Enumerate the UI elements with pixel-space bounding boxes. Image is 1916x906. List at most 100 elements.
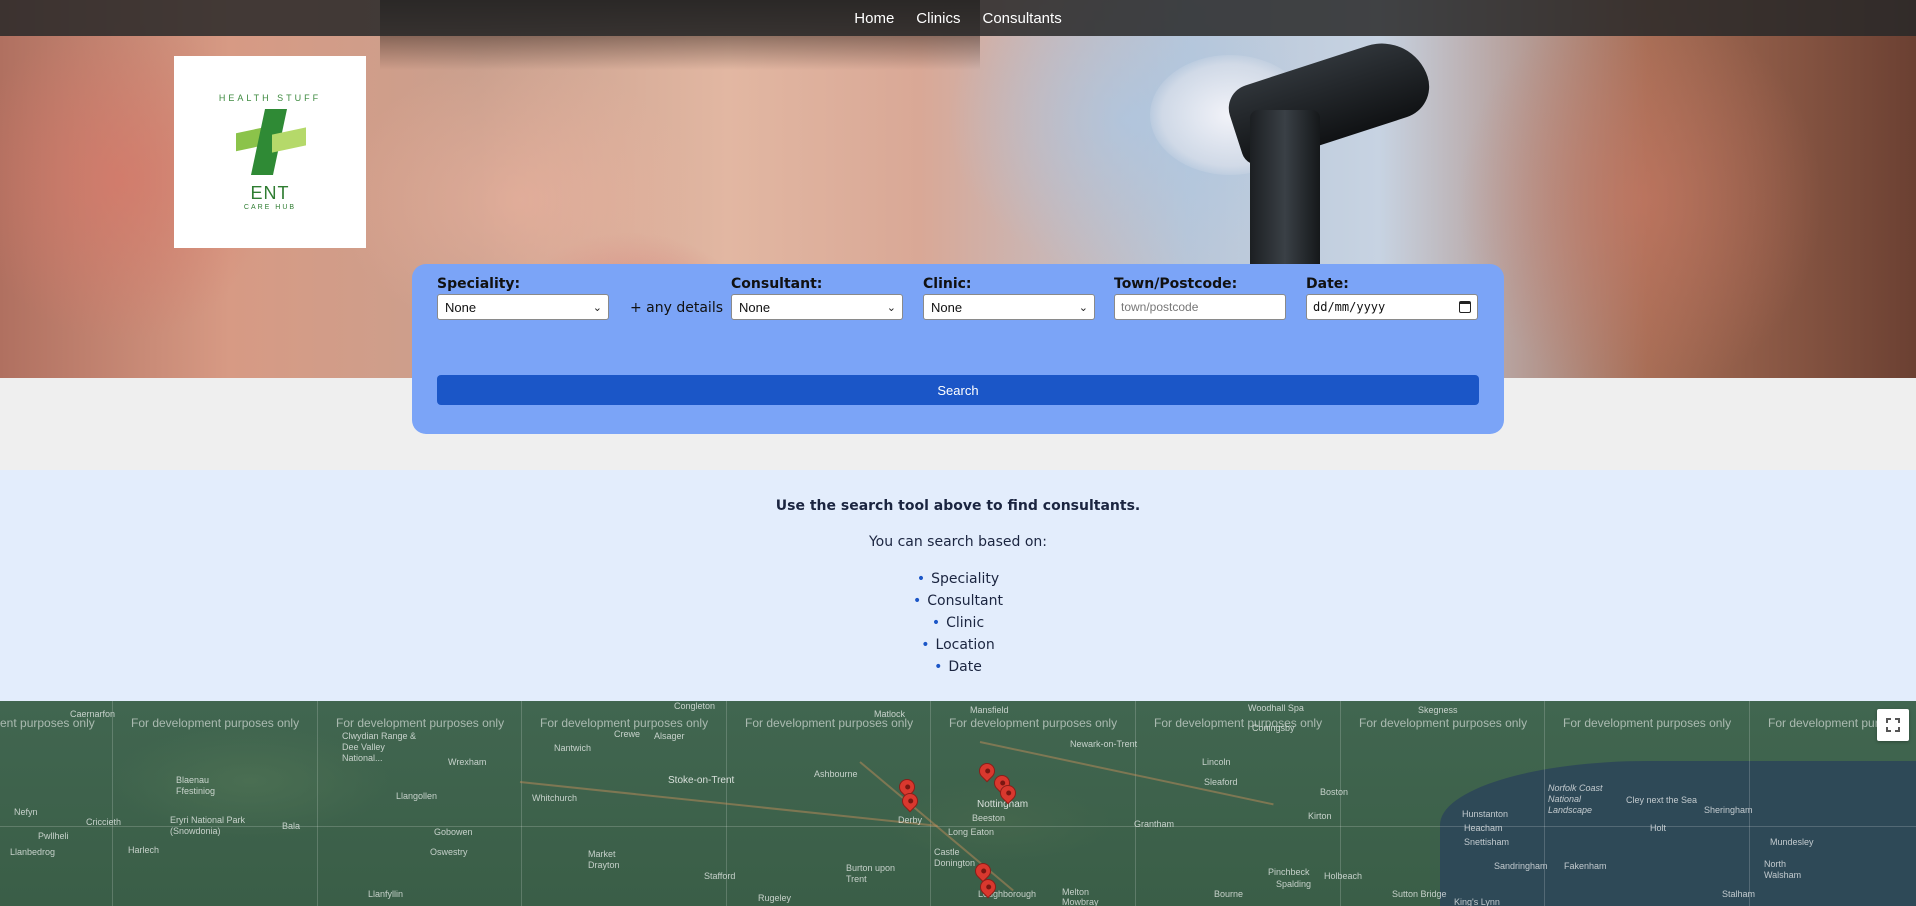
map-place-label: Stoke-on-Trent: [668, 775, 735, 786]
map-place-label: Matlock: [874, 709, 906, 719]
help-title: Use the search tool above to find consul…: [775, 498, 1141, 514]
nav-consultants-link[interactable]: Consultants: [982, 10, 1061, 27]
map-place-label: Sleaford: [1204, 777, 1238, 787]
consultant-field: Consultant: None ⌄: [731, 276, 903, 320]
map-place-label: Bourne: [1214, 889, 1244, 899]
chevron-down-icon: ⌄: [886, 301, 896, 314]
search-button[interactable]: Search: [437, 375, 1479, 405]
map-watermark: For development purposes only: [540, 716, 709, 730]
site-logo[interactable]: HEALTH STUFF ENT CARE HUB: [174, 56, 366, 248]
map-place-label: Spalding: [1276, 879, 1312, 889]
map-place-label: Holbeach: [1324, 871, 1363, 881]
map-place-label: Whitchurch: [532, 793, 578, 803]
map-place-label: Llangollen: [396, 791, 438, 801]
clinic-field: Clinic: None ⌄: [923, 276, 1095, 320]
chevron-down-icon: ⌄: [1078, 301, 1088, 314]
map-place-label: Stalham: [1722, 889, 1756, 899]
map-place-label: Hunstanton: [1462, 809, 1509, 819]
map-place-label: Grantham: [1134, 819, 1175, 829]
search-panel: Speciality: None ⌄ + any details Consult…: [412, 264, 1504, 434]
map-place-label: King's Lynn: [1454, 897, 1500, 906]
map-place-label: Llanfyllin: [368, 889, 404, 899]
map-watermark: For development purposes only: [1154, 716, 1323, 730]
date-label: Date:: [1306, 276, 1349, 292]
map-place-label: Sutton Bridge: [1392, 889, 1447, 899]
map-place-label: Blaenau Ffestiniog: [176, 775, 216, 796]
map-place-label: Woodhall Spa: [1248, 703, 1304, 713]
consultant-label: Consultant:: [731, 276, 823, 292]
map-place-label: Long Eaton: [948, 827, 995, 837]
map-place-label: Congleton: [674, 701, 716, 711]
nav-clinics-link[interactable]: Clinics: [916, 10, 960, 27]
town-label: Town/Postcode:: [1114, 276, 1238, 292]
map-place-label: Gobowen: [434, 827, 473, 837]
logo-name: ENT: [250, 183, 290, 203]
clinic-select[interactable]: None ⌄: [923, 294, 1095, 320]
map-place-label: Kirton: [1308, 811, 1332, 821]
map-place-label: Oswestry: [430, 847, 468, 857]
map-place-label: Derby: [898, 815, 923, 825]
map-place-label: Nefyn: [14, 807, 38, 817]
chevron-down-icon: ⌄: [592, 301, 602, 314]
map-place-label: Norfolk Coast National Landscape: [1548, 783, 1603, 815]
logo-tagline: CARE HUB: [243, 204, 297, 211]
map-place-label: Rugeley: [758, 893, 792, 903]
nav-home-link[interactable]: Home: [854, 10, 894, 27]
map-place-label: Clwydian Range & Dee Valley National...: [342, 731, 417, 763]
map-place-label: Newark-on-Trent: [1070, 739, 1138, 749]
map-watermark: For development purposes only: [1563, 716, 1732, 730]
map-place-label: Market Drayton: [588, 849, 620, 870]
map-place-label: Fakenham: [1564, 861, 1607, 871]
map-place-label: Cley next the Sea: [1626, 795, 1698, 805]
date-input[interactable]: dd/mm/yyyy: [1306, 294, 1478, 320]
calendar-icon[interactable]: [1459, 301, 1471, 313]
map-place-label: North Walsham: [1764, 859, 1802, 880]
map-place-label: Alsager: [654, 731, 685, 741]
map-fullscreen-button[interactable]: [1877, 709, 1909, 741]
map-place-label: Nottingham: [977, 799, 1029, 810]
map-place-label: Crewe: [614, 729, 641, 739]
medical-cross-icon: [232, 107, 308, 177]
map-place-label: Llanbedrog: [10, 847, 56, 857]
map-place-label: Mundesley: [1770, 837, 1814, 847]
map-place-label: Skegness: [1418, 705, 1458, 715]
map-place-label: Nantwich: [554, 743, 592, 753]
speciality-select[interactable]: None ⌄: [437, 294, 609, 320]
speciality-label: Speciality:: [437, 276, 521, 292]
list-item: • Consultant: [913, 593, 1003, 609]
search-criteria-list: • Speciality • Consultant • Clinic • Locatio…: [0, 568, 1916, 678]
speciality-value: None: [445, 299, 477, 315]
map-place-label: Bala: [282, 821, 301, 831]
speciality-field: Speciality: None ⌄: [437, 276, 609, 320]
list-item: • Clinic: [931, 615, 985, 631]
map-place-label: Lincoln: [1202, 757, 1231, 767]
clinic-value: None: [931, 299, 963, 315]
map[interactable]: ent purposes only For development purpos…: [0, 701, 1916, 906]
map-place-label: Sandringham: [1494, 861, 1548, 871]
map-place-label: Ashbourne: [814, 769, 858, 779]
map-watermark: For development purposes only: [336, 716, 505, 730]
map-place-label: Holt: [1650, 823, 1667, 833]
logo-arc-text: HEALTH STUFF: [218, 93, 322, 103]
map-place-label: Coningsby: [1252, 723, 1295, 733]
consultant-value: None: [739, 299, 771, 315]
date-field: Date: dd/mm/yyyy: [1306, 276, 1478, 320]
map-place-label: Pwllheli: [38, 831, 69, 841]
map-place-label: Eryri National Park (Snowdonia): [170, 815, 246, 836]
clinic-label: Clinic:: [923, 276, 972, 292]
map-place-label: Melton Mowbray: [1062, 887, 1099, 906]
consultant-select[interactable]: None ⌄: [731, 294, 903, 320]
search-help-section: Use the search tool above to find consul…: [0, 470, 1916, 701]
help-subtitle: You can search based on:: [868, 534, 1047, 550]
map-watermark: For development pur: [1768, 716, 1879, 730]
map-sea: [1440, 761, 1916, 906]
map-place-label: Mansfield: [970, 705, 1009, 715]
map-place-label: Sheringham: [1704, 805, 1753, 815]
town-postcode-input[interactable]: town/postcode: [1114, 294, 1286, 320]
map-watermark: For development purposes only: [949, 716, 1118, 730]
map-place-label: Heacham: [1464, 823, 1503, 833]
map-place-label: Beeston: [972, 813, 1006, 823]
map-place-label: Boston: [1320, 787, 1349, 797]
map-watermark: For development purposes only: [131, 716, 300, 730]
map-place-label: Pinchbeck: [1268, 867, 1310, 877]
